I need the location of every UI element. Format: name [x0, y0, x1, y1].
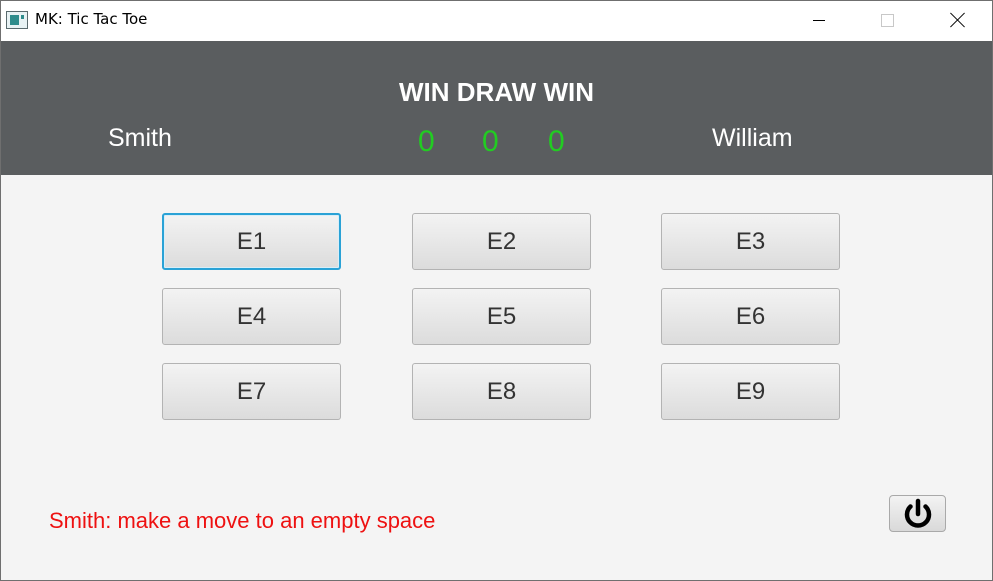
minimize-button[interactable] [796, 1, 842, 39]
power-icon [904, 498, 931, 528]
window-title: MK: Tic Tac Toe [35, 10, 148, 28]
maximize-icon [880, 13, 894, 27]
score-title: WIN DRAW WIN [399, 77, 594, 107]
player1-wins-count: 0 [418, 125, 435, 158]
close-button[interactable] [935, 1, 981, 39]
board-cell-e4[interactable]: E4 [162, 288, 341, 345]
app-window-icon [6, 11, 28, 29]
title-bar[interactable]: MK: Tic Tac Toe [1, 1, 992, 41]
player2-wins-count: 0 [548, 125, 565, 158]
board-cell-e8[interactable]: E8 [412, 363, 591, 420]
board-cell-e6[interactable]: E6 [661, 288, 840, 345]
power-button[interactable] [889, 495, 946, 532]
score-header: WIN DRAW WIN Smith 0 0 0 William [1, 41, 992, 175]
app-window: MK: Tic Tac Toe WIN DRAW WIN Smith 0 0 0… [0, 0, 993, 581]
board-cell-e7[interactable]: E7 [162, 363, 341, 420]
draws-count: 0 [482, 125, 499, 158]
board-cell-e2[interactable]: E2 [412, 213, 591, 270]
player2-name: William [712, 124, 793, 152]
board-cell-e9[interactable]: E9 [661, 363, 840, 420]
status-message: Smith: make a move to an empty space [49, 508, 436, 533]
board-cell-e3[interactable]: E3 [661, 213, 840, 270]
minimize-icon [813, 19, 825, 21]
maximize-button[interactable] [864, 1, 910, 39]
board-cell-e1[interactable]: E1 [162, 213, 341, 270]
close-icon [950, 12, 966, 28]
player1-name: Smith [108, 124, 172, 152]
board-cell-e5[interactable]: E5 [412, 288, 591, 345]
